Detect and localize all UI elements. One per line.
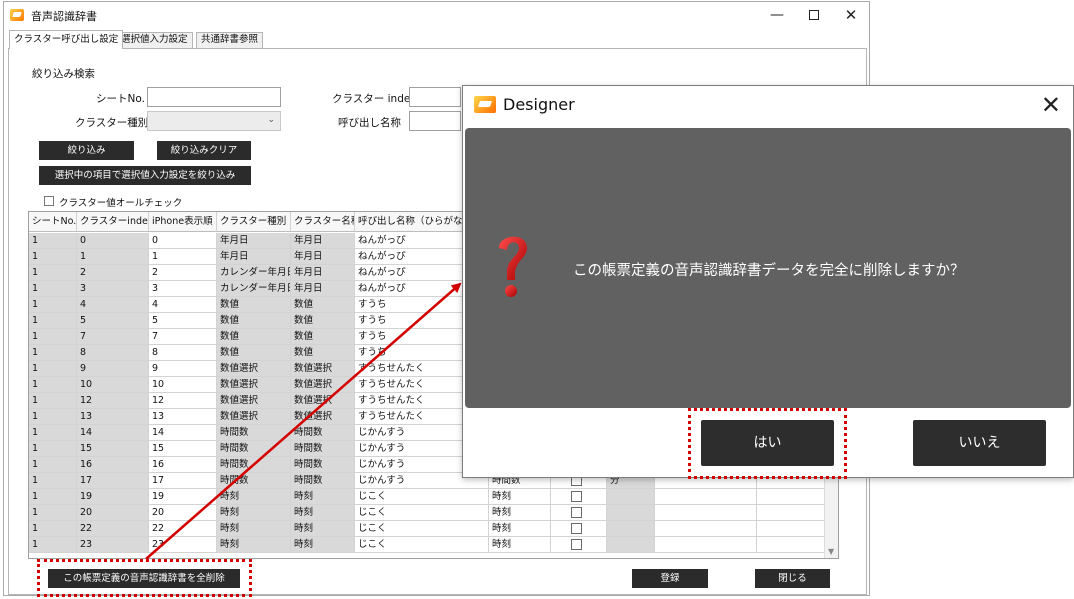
dialog-message: この帳票定義の音声認識辞書データを完全に削除しますか？ bbox=[573, 263, 965, 279]
tab-cluster-call-settings[interactable]: クラスター呼び出し設定 bbox=[9, 30, 124, 49]
designer-app-icon bbox=[474, 96, 496, 113]
no-button[interactable]: いいえ bbox=[913, 420, 1046, 466]
dialog-message-panel: この帳票定義の音声認識辞書データを完全に削除しますか？ bbox=[465, 128, 1071, 408]
dialog-title: Designer bbox=[503, 95, 575, 114]
yes-button-highlight bbox=[688, 408, 847, 479]
dialog-close-button[interactable]: ✕ bbox=[1041, 91, 1061, 119]
question-mark-icon bbox=[499, 236, 527, 297]
